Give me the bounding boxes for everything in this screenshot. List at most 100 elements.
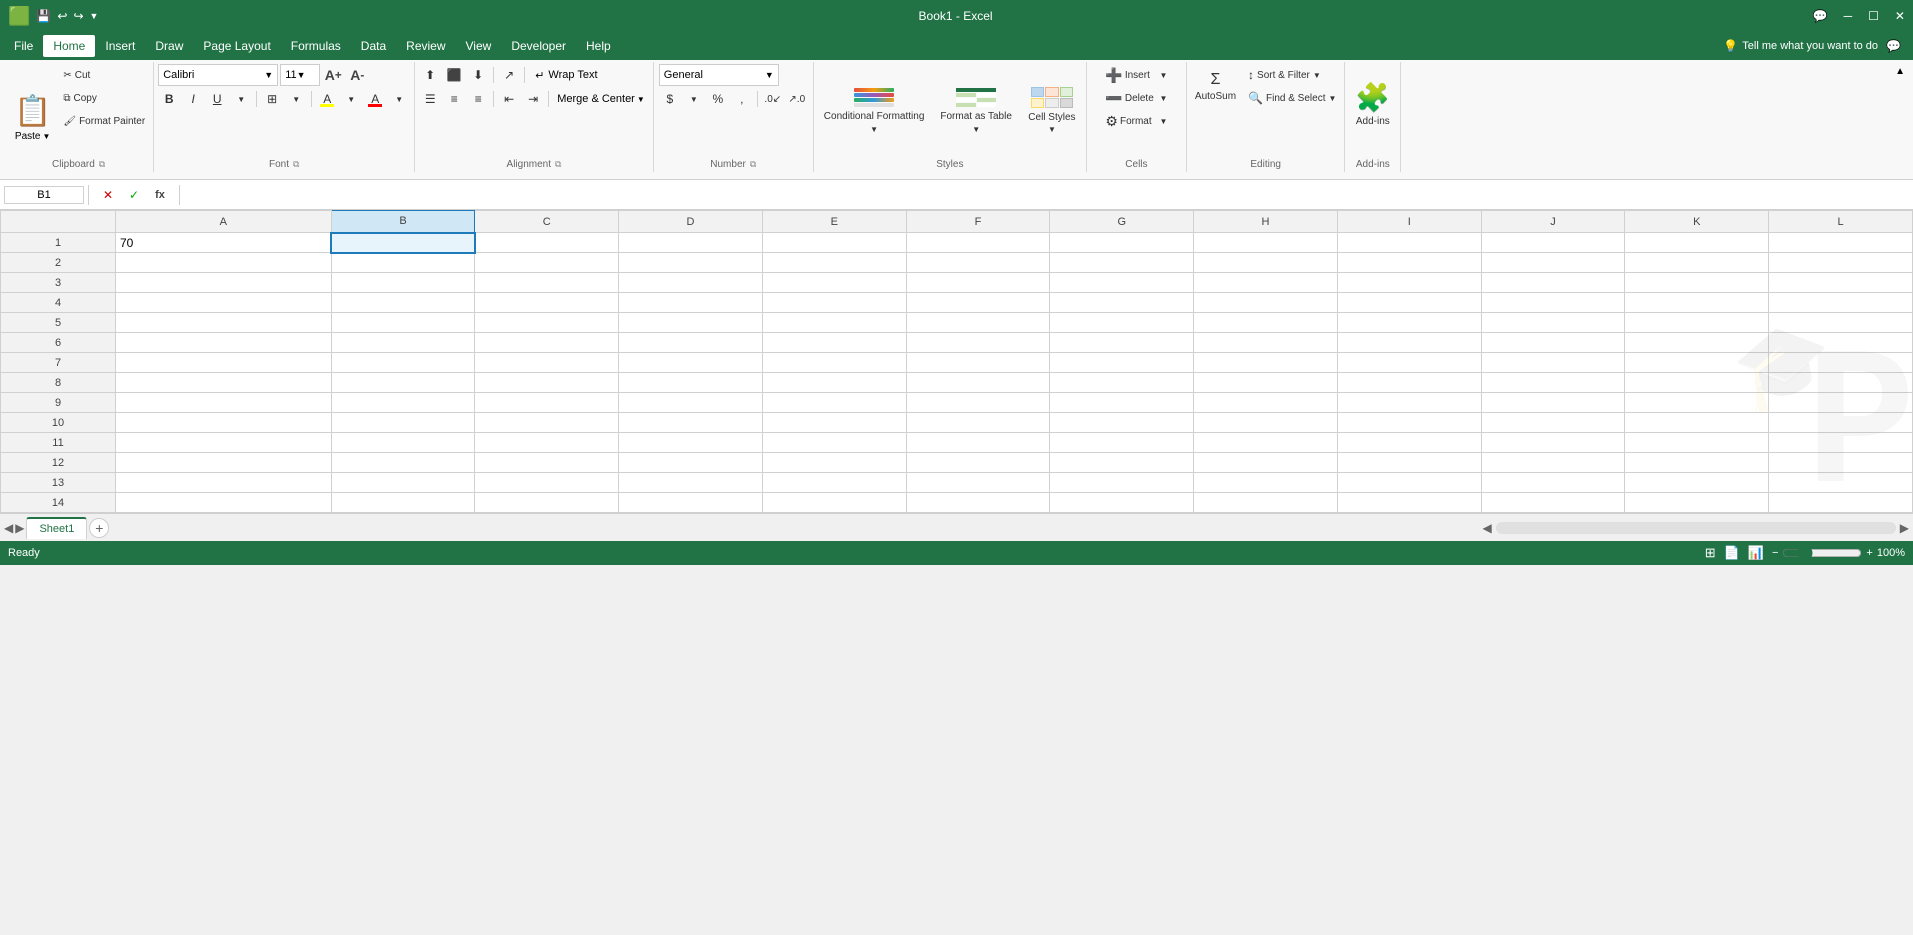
cell-G2[interactable] bbox=[1050, 253, 1194, 273]
menu-page-layout[interactable]: Page Layout bbox=[193, 35, 280, 57]
cell-E10[interactable] bbox=[762, 413, 906, 433]
cell-J4[interactable] bbox=[1481, 293, 1625, 313]
cell-D4[interactable] bbox=[619, 293, 763, 313]
cell-J11[interactable] bbox=[1481, 433, 1625, 453]
sort-dropdown-arrow[interactable]: ▼ bbox=[1313, 71, 1321, 80]
row-number-2[interactable]: 2 bbox=[1, 253, 116, 273]
increase-decimal-button[interactable]: ↗.0 bbox=[786, 88, 808, 110]
grow-font-button[interactable]: A+ bbox=[322, 64, 344, 86]
cell-C9[interactable] bbox=[475, 393, 619, 413]
decrease-decimal-button[interactable]: .0↙ bbox=[762, 88, 784, 110]
cell-G12[interactable] bbox=[1050, 453, 1194, 473]
cell-H5[interactable] bbox=[1194, 313, 1338, 333]
view-normal-button[interactable]: ⊞ bbox=[1705, 545, 1716, 561]
cell-I5[interactable] bbox=[1337, 313, 1481, 333]
cell-E9[interactable] bbox=[762, 393, 906, 413]
formula-input[interactable] bbox=[184, 186, 1909, 204]
bottom-align-button[interactable]: ⬇ bbox=[467, 64, 489, 86]
sort-filter-button[interactable]: ↕ Sort & Filter ▼ bbox=[1244, 64, 1340, 86]
format-table-dropdown[interactable]: ▼ bbox=[972, 125, 980, 134]
cell-D12[interactable] bbox=[619, 453, 763, 473]
cell-D13[interactable] bbox=[619, 473, 763, 493]
menu-help[interactable]: Help bbox=[576, 35, 621, 57]
orientation-button[interactable]: ↗ bbox=[498, 64, 520, 86]
cancel-formula-button[interactable]: ✕ bbox=[97, 184, 119, 206]
cell-F13[interactable] bbox=[906, 473, 1050, 493]
sheet-tab-sheet1[interactable]: Sheet1 bbox=[26, 517, 87, 539]
cell-K6[interactable] bbox=[1625, 333, 1769, 353]
cell-E14[interactable] bbox=[762, 493, 906, 513]
spreadsheet[interactable]: 🎓 P A B C D E F G H I J K L bbox=[0, 210, 1913, 513]
cell-A13[interactable] bbox=[116, 473, 332, 493]
quick-save-icon[interactable]: 💾 bbox=[36, 9, 51, 23]
cell-G10[interactable] bbox=[1050, 413, 1194, 433]
sheet-prev-button[interactable]: ◀ bbox=[4, 521, 13, 535]
menu-draw[interactable]: Draw bbox=[145, 35, 193, 57]
font-color-dropdown[interactable]: ▼ bbox=[388, 88, 410, 110]
col-header-c[interactable]: C bbox=[475, 211, 619, 233]
chat-icon[interactable]: 💬 bbox=[1813, 9, 1828, 23]
font-color-button[interactable]: A bbox=[364, 88, 386, 110]
decrease-indent-button[interactable]: ⇤ bbox=[498, 88, 520, 110]
customize-quick-access-icon[interactable]: ▼ bbox=[90, 11, 99, 21]
cell-F4[interactable] bbox=[906, 293, 1050, 313]
cell-E2[interactable] bbox=[762, 253, 906, 273]
cell-J2[interactable] bbox=[1481, 253, 1625, 273]
cell-E8[interactable] bbox=[762, 373, 906, 393]
cell-I14[interactable] bbox=[1337, 493, 1481, 513]
cell-H12[interactable] bbox=[1194, 453, 1338, 473]
find-dropdown-arrow[interactable]: ▼ bbox=[1328, 94, 1336, 103]
cell-B2[interactable] bbox=[331, 253, 475, 273]
cell-L9[interactable] bbox=[1769, 393, 1913, 413]
add-sheet-button[interactable]: + bbox=[89, 518, 109, 538]
cell-F14[interactable] bbox=[906, 493, 1050, 513]
cell-G9[interactable] bbox=[1050, 393, 1194, 413]
cell-D3[interactable] bbox=[619, 273, 763, 293]
tell-me-text[interactable]: Tell me what you want to do bbox=[1742, 40, 1878, 52]
autosum-button[interactable]: Σ AutoSum bbox=[1191, 69, 1240, 104]
cell-C11[interactable] bbox=[475, 433, 619, 453]
row-number-1[interactable]: 1 bbox=[1, 233, 116, 253]
cell-C10[interactable] bbox=[475, 413, 619, 433]
insert-function-button[interactable]: fx bbox=[149, 184, 171, 206]
cell-J9[interactable] bbox=[1481, 393, 1625, 413]
sheet-next-button[interactable]: ▶ bbox=[15, 521, 24, 535]
row-number-9[interactable]: 9 bbox=[1, 393, 116, 413]
cell-B5[interactable] bbox=[331, 313, 475, 333]
delete-cells-button[interactable]: ➖ Delete ▼ bbox=[1101, 87, 1171, 109]
cell-C6[interactable] bbox=[475, 333, 619, 353]
cell-G6[interactable] bbox=[1050, 333, 1194, 353]
cell-K8[interactable] bbox=[1625, 373, 1769, 393]
cell-L12[interactable] bbox=[1769, 453, 1913, 473]
menu-view[interactable]: View bbox=[456, 35, 502, 57]
cell-K1[interactable] bbox=[1625, 233, 1769, 253]
addins-button[interactable]: 🧩 Add-ins bbox=[1349, 64, 1396, 144]
font-name-selector[interactable]: Calibri ▼ bbox=[158, 64, 278, 86]
row-number-4[interactable]: 4 bbox=[1, 293, 116, 313]
cell-K9[interactable] bbox=[1625, 393, 1769, 413]
cell-L14[interactable] bbox=[1769, 493, 1913, 513]
format-dropdown-arrow[interactable]: ▼ bbox=[1159, 117, 1167, 126]
col-header-k[interactable]: K bbox=[1625, 211, 1769, 233]
cell-styles-dropdown[interactable]: ▼ bbox=[1048, 125, 1056, 134]
cell-I7[interactable] bbox=[1337, 353, 1481, 373]
col-header-l[interactable]: L bbox=[1769, 211, 1913, 233]
row-number-3[interactable]: 3 bbox=[1, 273, 116, 293]
cell-G13[interactable] bbox=[1050, 473, 1194, 493]
cell-H8[interactable] bbox=[1194, 373, 1338, 393]
row-number-5[interactable]: 5 bbox=[1, 313, 116, 333]
cell-G14[interactable] bbox=[1050, 493, 1194, 513]
cell-L2[interactable] bbox=[1769, 253, 1913, 273]
cell-D11[interactable] bbox=[619, 433, 763, 453]
cell-I2[interactable] bbox=[1337, 253, 1481, 273]
cell-D9[interactable] bbox=[619, 393, 763, 413]
cell-K2[interactable] bbox=[1625, 253, 1769, 273]
cell-D8[interactable] bbox=[619, 373, 763, 393]
cell-A1[interactable]: 70 bbox=[116, 233, 332, 253]
number-expand-icon[interactable]: ⧉ bbox=[750, 159, 756, 170]
row-number-11[interactable]: 11 bbox=[1, 433, 116, 453]
cell-E11[interactable] bbox=[762, 433, 906, 453]
cell-I13[interactable] bbox=[1337, 473, 1481, 493]
size-dropdown-arrow[interactable]: ▼ bbox=[297, 70, 306, 80]
cell-B13[interactable] bbox=[331, 473, 475, 493]
